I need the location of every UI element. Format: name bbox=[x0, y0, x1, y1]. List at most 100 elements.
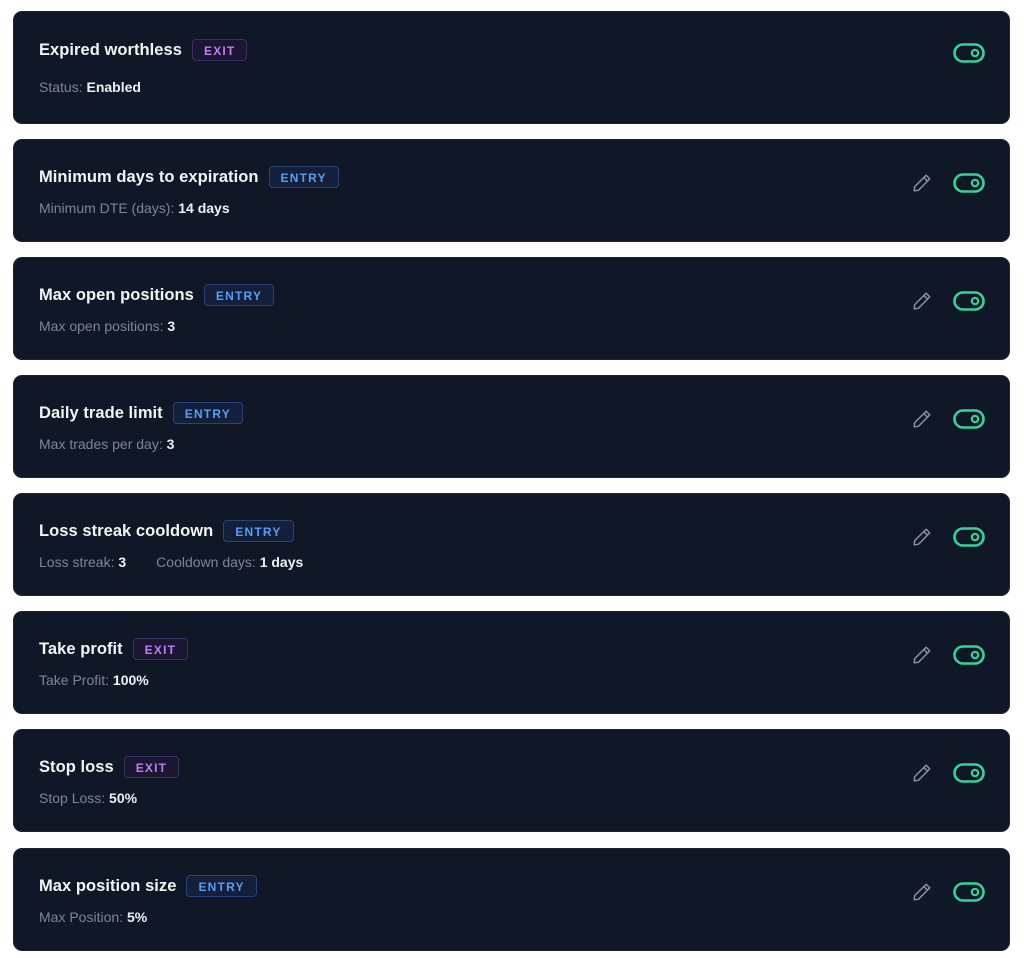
entry-badge: ENTRY bbox=[172, 402, 243, 424]
rule-title-row: Loss streak cooldown ENTRY bbox=[39, 519, 294, 543]
rule-list: Expired worthless EXIT Status: Enabled Mini… bbox=[0, 0, 1024, 958]
toggle-on-icon bbox=[953, 882, 985, 902]
entry-badge: ENTRY bbox=[186, 875, 257, 897]
detail-value: 5% bbox=[126, 909, 148, 925]
rule-detail: Cooldown days: 1 days bbox=[156, 554, 303, 570]
enable-toggle[interactable] bbox=[953, 409, 985, 429]
rule-card: Stop loss EXIT Stop Loss: 50% bbox=[13, 729, 1010, 832]
rule-details: Minimum DTE (days): 14 days bbox=[39, 200, 230, 216]
detail-label: Stop Loss: bbox=[39, 790, 106, 806]
detail-label: Max trades per day: bbox=[39, 436, 163, 452]
rule-details: Take Profit: 100% bbox=[39, 672, 149, 688]
rule-detail: Loss streak: 3 bbox=[39, 554, 126, 570]
rule-title-row: Expired worthless EXIT bbox=[39, 38, 248, 62]
rule-details: Status: Enabled bbox=[39, 79, 141, 95]
rule-details: Loss streak: 3 Cooldown days: 1 days bbox=[39, 554, 303, 570]
detail-label: Status: bbox=[39, 79, 83, 95]
rule-title-row: Stop loss EXIT bbox=[39, 755, 180, 779]
detail-label: Take Profit: bbox=[39, 672, 110, 688]
entry-badge: ENTRY bbox=[223, 520, 294, 542]
enable-toggle[interactable] bbox=[953, 763, 985, 783]
toggle-on-icon bbox=[953, 43, 985, 63]
edit-button[interactable] bbox=[911, 172, 933, 194]
exit-badge: EXIT bbox=[123, 756, 180, 778]
rule-title: Max position size bbox=[39, 876, 177, 895]
pencil-icon bbox=[913, 410, 931, 428]
detail-label: Max Position: bbox=[39, 909, 124, 925]
rule-title-row: Take profit EXIT bbox=[39, 637, 189, 661]
rule-detail: Max open positions: 3 bbox=[39, 318, 175, 334]
rule-card: Max open positions ENTRY Max open position… bbox=[13, 257, 1010, 360]
rule-card-body: Take profit EXIT Take Profit: 100% bbox=[39, 612, 1009, 713]
exit-badge: EXIT bbox=[132, 638, 189, 660]
rule-title-row: Minimum days to expiration ENTRY bbox=[39, 165, 339, 189]
rule-card: Max position size ENTRY Max Position: 5% bbox=[13, 848, 1010, 951]
rule-card-body: Max position size ENTRY Max Position: 5% bbox=[39, 849, 1009, 950]
pencil-icon bbox=[913, 292, 931, 310]
pencil-icon bbox=[913, 174, 931, 192]
detail-value: 100% bbox=[112, 672, 149, 688]
edit-button[interactable] bbox=[911, 762, 933, 784]
rule-card-body: Loss streak cooldown ENTRY Loss streak: 3 C… bbox=[39, 494, 1009, 595]
edit-button[interactable] bbox=[911, 881, 933, 903]
edit-button[interactable] bbox=[911, 644, 933, 666]
edit-button[interactable] bbox=[911, 290, 933, 312]
detail-value: 3 bbox=[167, 318, 176, 334]
edit-button[interactable] bbox=[911, 526, 933, 548]
toggle-on-icon bbox=[953, 173, 985, 193]
rule-title-row: Daily trade limit ENTRY bbox=[39, 401, 243, 425]
detail-value: 1 days bbox=[259, 554, 304, 570]
toggle-on-icon bbox=[953, 527, 985, 547]
detail-value: Enabled bbox=[86, 79, 141, 95]
rule-card-body: Daily trade limit ENTRY Max trades per day… bbox=[39, 376, 1009, 477]
exit-badge: EXIT bbox=[191, 39, 248, 61]
toggle-on-icon bbox=[953, 409, 985, 429]
rule-details: Max open positions: 3 bbox=[39, 318, 175, 334]
rule-card: Expired worthless EXIT Status: Enabled bbox=[13, 11, 1010, 124]
enable-toggle[interactable] bbox=[953, 527, 985, 547]
detail-value: 14 days bbox=[178, 200, 230, 216]
detail-label: Max open positions: bbox=[39, 318, 164, 334]
pencil-icon bbox=[913, 528, 931, 546]
rule-details: Max Position: 5% bbox=[39, 909, 147, 925]
rule-title-row: Max open positions ENTRY bbox=[39, 283, 275, 307]
entry-badge: ENTRY bbox=[268, 166, 339, 188]
rule-title: Expired worthless bbox=[39, 40, 182, 59]
pencil-icon bbox=[913, 764, 931, 782]
enable-toggle[interactable] bbox=[953, 173, 985, 193]
toggle-on-icon bbox=[953, 291, 985, 311]
rule-card-body: Max open positions ENTRY Max open position… bbox=[39, 258, 1009, 359]
edit-button[interactable] bbox=[911, 408, 933, 430]
enable-toggle[interactable] bbox=[953, 43, 985, 63]
toggle-on-icon bbox=[953, 763, 985, 783]
rule-detail: Max trades per day: 3 bbox=[39, 436, 174, 452]
rule-title: Max open positions bbox=[39, 285, 194, 304]
rule-card-body: Expired worthless EXIT Status: Enabled bbox=[39, 12, 1009, 123]
rule-detail: Status: Enabled bbox=[39, 79, 141, 95]
rule-card: Daily trade limit ENTRY Max trades per day… bbox=[13, 375, 1010, 478]
detail-value: 50% bbox=[109, 790, 138, 806]
detail-label: Cooldown days: bbox=[156, 554, 256, 570]
enable-toggle[interactable] bbox=[953, 291, 985, 311]
enable-toggle[interactable] bbox=[953, 645, 985, 665]
rule-title-row: Max position size ENTRY bbox=[39, 874, 257, 898]
toggle-on-icon bbox=[953, 645, 985, 665]
rule-card: Loss streak cooldown ENTRY Loss streak: 3 C… bbox=[13, 493, 1010, 596]
enable-toggle[interactable] bbox=[953, 882, 985, 902]
rule-card-body: Minimum days to expiration ENTRY Minimum D… bbox=[39, 140, 1009, 241]
detail-value: 3 bbox=[166, 436, 175, 452]
rule-card-body: Stop loss EXIT Stop Loss: 50% bbox=[39, 730, 1009, 831]
rule-detail: Max Position: 5% bbox=[39, 909, 147, 925]
rule-detail: Minimum DTE (days): 14 days bbox=[39, 200, 230, 216]
entry-badge: ENTRY bbox=[203, 284, 275, 306]
rule-details: Stop Loss: 50% bbox=[39, 790, 137, 806]
pencil-icon bbox=[913, 883, 931, 901]
rule-title: Minimum days to expiration bbox=[39, 167, 259, 186]
rule-card: Take profit EXIT Take Profit: 100% bbox=[13, 611, 1010, 714]
detail-label: Loss streak: bbox=[39, 554, 115, 570]
rule-card: Minimum days to expiration ENTRY Minimum D… bbox=[13, 139, 1010, 242]
detail-label: Minimum DTE (days): bbox=[39, 200, 175, 216]
rule-title: Take profit bbox=[39, 639, 123, 658]
rule-details: Max trades per day: 3 bbox=[39, 436, 174, 452]
rule-title: Stop loss bbox=[39, 757, 114, 776]
